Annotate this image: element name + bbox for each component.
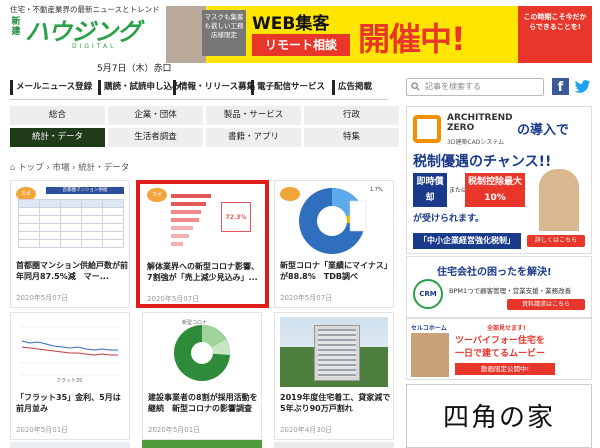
nav-item-digital[interactable]: 電子配信サービス [251,80,325,95]
article-card-partial[interactable] [10,442,130,448]
logo-side-text[interactable]: 新建 [10,17,22,37]
breadcrumb-separator: › [46,163,50,173]
banner-web-text: WEB集客 [252,14,330,34]
article-date: 2020年5月07日 [16,294,69,302]
ad-tagline: 全部見せます! [487,325,526,332]
category-books-apps[interactable]: 書籍・アプリ [206,128,301,147]
article-title[interactable]: 2019年度住宅着工、貸家減で5年ぶり90万戸割れ [280,392,392,414]
ad-text: 四角の家 [442,403,555,433]
article-title[interactable]: 首都圏マンション供給戸数が前年同月87.5%減 マー... [16,260,128,282]
banner-side-text: この時期こそ今だからできることを! [518,6,592,63]
article-card[interactable]: 新型コロナ 建設事業者の8割が採用活動を継続 新型コロナの影響調査 2020年5… [142,312,262,440]
article-thumbnail: カボ 首都圏マンション供給 [16,185,124,255]
ad-receive: が受けられます。 [413,214,485,224]
breadcrumb-home[interactable]: トップ [18,163,44,173]
ad-badge: 即時償却 [413,173,447,207]
article-card-partial[interactable] [142,440,262,448]
nav-item-info-release[interactable]: 情報・リリース募集 [173,80,255,95]
category-statistics[interactable]: 統計・データ [10,128,105,147]
nav-item-subscribe[interactable]: 購読・試読申し込み [98,80,181,95]
thumb-badge [280,187,300,201]
shikaku-ad[interactable]: 四角の家 [406,384,592,448]
ad-headline: ツーバイフォー住宅を [455,336,545,346]
thumb-note: 新型コロナ [182,320,208,326]
architrend-logo-icon [413,115,441,143]
search-icon [411,82,420,91]
thumb-table-header: 首都圏マンション供給 [46,187,124,194]
ad-brand: セルコホーム [411,325,447,332]
article-thumbnail: 1.7% [280,185,388,255]
highlight-box [136,180,269,308]
ad-person-photo [539,169,579,231]
ad-cta-button[interactable]: 動画限定公開中! [455,363,555,375]
selco-ad[interactable]: セルコホーム 全部見せます! ツーバイフォー住宅を 一日で建てるムービー 動画限… [406,318,592,380]
thumb-donut-chart [174,325,231,381]
category-company[interactable]: 企業・団体 [108,106,203,125]
crm-logo-icon: CRM [413,279,443,309]
article-thumbnail: 新型コロナ [148,317,256,387]
ad-headline: 一日で建てるムービー [455,349,546,359]
crm-ad[interactable]: 住宅会社の困ったを解決! CRM BPM1つで顧客管理・営業支援・業務改善 資料… [406,256,592,318]
ad-badge: 税制控除最大10% [465,173,525,207]
breadcrumb: ⌂ トップ › 市場 › 統計・データ [10,161,129,173]
facebook-icon[interactable]: f [552,78,569,95]
current-date: 5月7日（木）赤口 [97,64,172,74]
category-consumer-survey[interactable]: 生活者調査 [108,128,203,147]
main-nav: メールニュース登録 購読・試読申し込み 情報・リリース募集 電子配信サービス 広… [10,80,388,97]
article-date: 2020年5月07日 [280,294,333,302]
home-icon: ⌂ [10,163,19,173]
banner-kaisai-text: 開催中! [358,20,466,58]
banner-photo [166,6,206,63]
article-card[interactable]: フラット35 「フラット35」金利、5月は前月並み 2020年5月01日 [10,312,130,440]
nav-divider [10,99,388,100]
article-title[interactable]: 建設事業者の8割が採用活動を継続 新型コロナの影響調査 [148,392,260,414]
nav-item-mail-news[interactable]: メールニュース登録 [10,80,92,95]
search-input[interactable]: 記事を検索する [406,78,544,96]
twitter-icon[interactable] [574,78,591,95]
thumb-table [18,199,124,248]
category-products[interactable]: 製品・サービス [206,106,301,125]
article-date: 2020年5月01日 [148,426,201,434]
article-title[interactable]: 新型コロナ「業績にマイナス」が88.8% TDB調べ [280,260,392,282]
article-date: 2020年5月01日 [16,426,69,434]
banner-remote-text: リモート相談 [252,34,350,56]
article-card[interactable]: カボ 首都圏マンション供給 首都圏マンション供給戸数が前年同月87.5%減 マー… [10,180,130,308]
article-card[interactable]: 1.7% 新型コロナ「業績にマイナス」が88.8% TDB調べ 2020年5月0… [274,180,394,308]
ad-brand: ARCHITREND ZERO [447,113,513,133]
breadcrumb-separator: › [72,163,76,173]
nav-item-ads[interactable]: 広告掲載 [332,80,372,95]
breadcrumb-current: 統計・データ [78,163,130,173]
ad-house-photo [411,333,449,377]
article-thumbnail: フラット35 [16,317,124,387]
thumb-percent: 1.7% [370,187,383,193]
logo-digital-text: DIGITAL [72,43,117,50]
breadcrumb-market[interactable]: 市場 [52,163,69,173]
category-general[interactable]: 総合 [10,106,105,125]
top-banner-ad[interactable]: マスクも集客も欲しい工務店様限定 WEB集客 リモート相談 開催中! この時期こ… [166,6,592,63]
ad-cta-button[interactable]: 資料請求はこちら [507,299,585,310]
site-logo[interactable]: ハウジング [25,12,141,47]
category-government[interactable]: 行政 [304,106,399,125]
ad-headline: 住宅会社の困ったを解決! [437,267,552,278]
ad-brand-sub: 3D建築CADシステム [447,139,505,146]
article-thumbnail [280,317,388,387]
article-card[interactable]: 2019年度住宅着工、貸家減で5年ぶり90万戸割れ 2020年4月30日 [274,312,394,440]
ad-footer: 「中小企業経営強化税制」 [413,233,521,249]
ad-sub: BPM1つで顧客管理・営業支援・業務改善 [449,287,572,295]
banner-promo-box: マスクも集客も欲しい工務店様限定 [202,10,246,56]
ad-more-button[interactable]: 詳しくはこちら [527,235,585,247]
article-title[interactable]: 「フラット35」金利、5月は前月並み [16,392,128,414]
category-features[interactable]: 特集 [304,128,399,147]
architrend-ad[interactable]: ARCHITREND ZERO 3D建築CADシステム の導入で 税制優遇のチャ… [406,106,592,254]
ad-headline: の導入で [517,123,570,138]
thumb-note: フラット35 [56,378,83,384]
article-date: 2020年4月30日 [280,426,333,434]
ad-headline: 税制優遇のチャンス!! [413,154,552,170]
article-card-partial[interactable] [274,442,394,448]
